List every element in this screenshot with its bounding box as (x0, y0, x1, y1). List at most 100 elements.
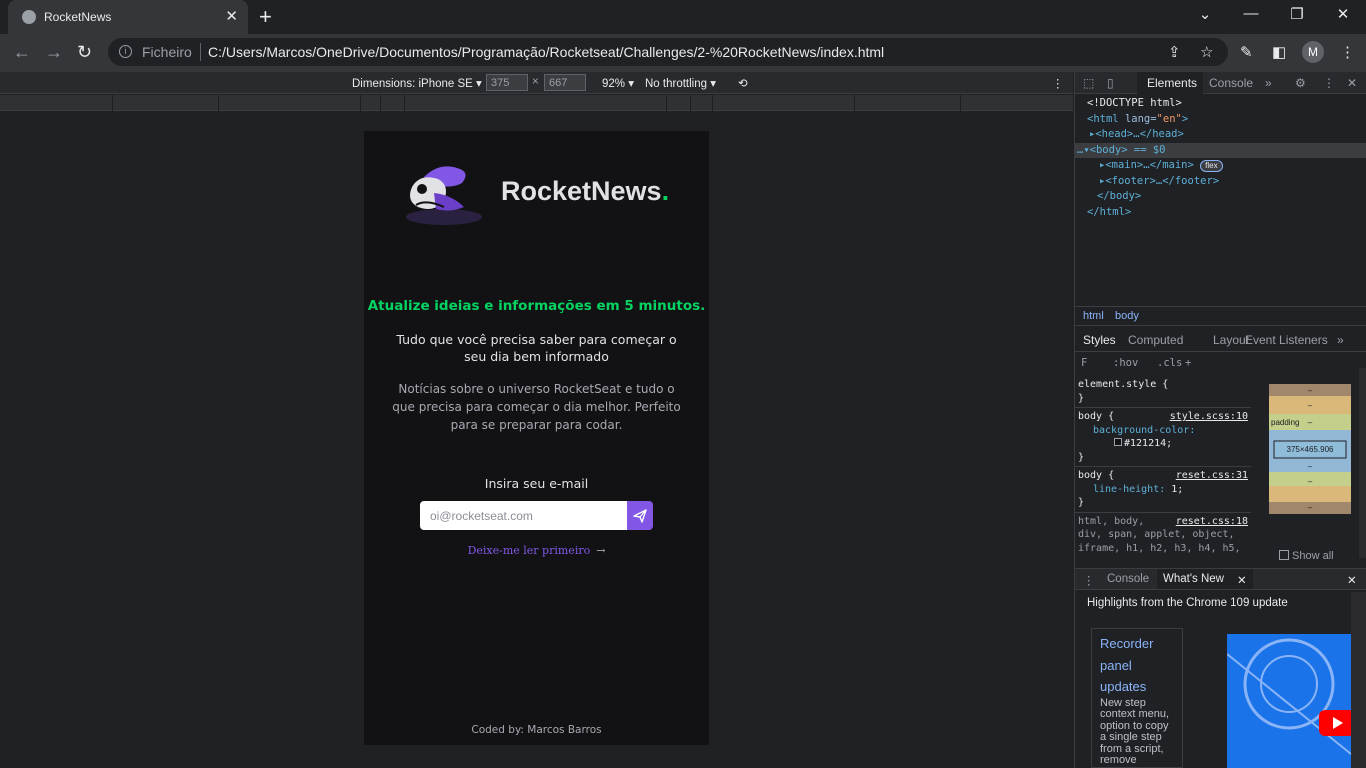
arrow-right-icon: → (596, 544, 606, 557)
footer-credit: Coded by: Marcos Barros (471, 724, 602, 736)
rule-source-link[interactable]: style.scss:10 (1170, 410, 1248, 424)
border-bottom-value: – (1308, 477, 1313, 486)
rule-body-lineheight[interactable]: reset.css:31 body { line-height: 1; } (1075, 467, 1251, 513)
video-thumbnail[interactable] (1227, 634, 1351, 768)
height-input[interactable] (544, 74, 586, 91)
settings-gear-icon[interactable]: ⚙ (1295, 76, 1306, 90)
close-window-button[interactable]: ✕ (1320, 5, 1366, 23)
new-rule-icon[interactable]: + (1185, 357, 1191, 369)
tab-event-listeners[interactable]: Event Listeners (1245, 333, 1328, 347)
box-model-diagram: 375×465.906 padding – – – – – – (1269, 384, 1351, 514)
rule-property[interactable]: background-color: (1078, 424, 1248, 438)
tab-search-icon[interactable]: ⌄ (1182, 5, 1228, 23)
zoom-value: 92% (602, 78, 626, 90)
dom-footer[interactable]: ▸<footer>…</footer> (1075, 174, 1366, 190)
emulated-page: RocketNews. Atualize ideias e informaçõe… (364, 131, 709, 745)
color-swatch[interactable] (1114, 438, 1122, 446)
drawer-tab-whats-new[interactable]: What's New (1163, 573, 1224, 585)
forward-button[interactable]: → (45, 42, 63, 63)
inspect-icon[interactable]: ⬚ (1083, 76, 1094, 90)
new-tab-button[interactable]: + (259, 4, 272, 30)
back-button[interactable]: ← (13, 42, 31, 63)
dom-main[interactable]: ▸<main>…</main> flex (1075, 158, 1366, 174)
more-subtabs-icon[interactable]: » (1337, 333, 1344, 347)
drawer-tabs: ⋮ Console What's New ✕ ✕ (1075, 568, 1366, 590)
profile-avatar[interactable]: M (1302, 41, 1324, 63)
tab-computed[interactable]: Computed (1128, 333, 1183, 347)
info-icon[interactable]: i (119, 45, 132, 58)
device-toggle-icon[interactable]: ▯ (1107, 76, 1114, 90)
styles-scrollbar[interactable] (1359, 368, 1366, 558)
rule-reset[interactable]: reset.css:18 html, body, div, span, apple… (1075, 513, 1251, 553)
reload-button[interactable]: ↻ (77, 42, 92, 63)
throttling-select[interactable]: No throttling ▾ (645, 76, 716, 90)
rule-selector: body { (1078, 470, 1115, 481)
rotate-icon[interactable]: ⟲ (738, 76, 748, 90)
crumb-body[interactable]: body (1115, 310, 1139, 322)
devtools-panel: ⬚ ▯ Elements Console » ⚙ ⋮ ✕ <!DOCTYPE h… (1074, 72, 1366, 768)
tab-elements[interactable]: Elements (1147, 76, 1197, 90)
device-more-icon[interactable]: ⋮ (1052, 76, 1064, 90)
dom-body-selected[interactable]: …▾<body> == $0 (1075, 142, 1366, 158)
flex-badge[interactable]: flex (1200, 160, 1223, 172)
width-input[interactable] (486, 74, 528, 91)
drawer-tab-console[interactable]: Console (1107, 573, 1149, 585)
bookmark-star-icon[interactable]: ☆ (1200, 43, 1213, 61)
read-first-link[interactable]: Deixe-me ler primeiro → (364, 544, 709, 557)
styles-filter-bar: F :hov .cls + (1075, 354, 1255, 374)
dom-doctype[interactable]: <!DOCTYPE html> (1075, 96, 1366, 112)
rule-value[interactable]: #121214; (1124, 438, 1172, 449)
cls-toggle[interactable]: .cls (1157, 357, 1182, 369)
url-text[interactable]: C:/Users/Marcos/OneDrive/Documentos/Prog… (208, 44, 884, 60)
browser-tab[interactable]: RocketNews ✕ (8, 0, 248, 34)
close-tab-icon[interactable]: ✕ (225, 7, 238, 25)
drawer-scrollbar[interactable] (1351, 592, 1366, 768)
read-first-label: Deixe-me ler primeiro (467, 544, 591, 557)
rule-close: } (1078, 497, 1085, 508)
devtools-menu-icon[interactable]: ⋮ (1323, 76, 1335, 90)
card-title[interactable]: Recorder panel updates (1100, 633, 1174, 698)
zoom-select[interactable]: 92% ▾ (602, 76, 634, 90)
tab-console[interactable]: Console (1209, 76, 1253, 90)
rule-source-link[interactable]: reset.css:31 (1176, 469, 1248, 483)
tab-styles[interactable]: Styles (1083, 333, 1116, 347)
devtools-tabs: ⬚ ▯ Elements Console » ⚙ ⋮ ✕ (1075, 72, 1366, 94)
rule-selector: element.style { (1078, 379, 1169, 390)
drawer-menu-icon[interactable]: ⋮ (1083, 573, 1095, 587)
border-top-value: – (1308, 401, 1313, 410)
filter-input[interactable]: F (1081, 357, 1087, 369)
close-drawer-icon[interactable]: ✕ (1347, 573, 1357, 587)
close-devtools-icon[interactable]: ✕ (1347, 76, 1357, 90)
rule-element-style[interactable]: element.style { } (1075, 376, 1251, 408)
extensions-icon[interactable]: ✎ (1240, 43, 1253, 61)
send-button[interactable] (627, 501, 653, 530)
rule-source-link[interactable]: reset.css:18 (1176, 515, 1248, 529)
dom-head[interactable]: ▸<head>…</head> (1075, 127, 1366, 143)
browser-menu-icon[interactable]: ⋮ (1340, 43, 1355, 61)
rule-declaration[interactable]: line-height: 1; (1078, 483, 1248, 497)
whats-new-card[interactable]: Recorder panel updates New step context … (1091, 628, 1183, 768)
rule-body-bg[interactable]: style.scss:10 body { background-color: #1… (1075, 408, 1251, 467)
address-bar[interactable]: i Ficheiro C:/Users/Marcos/OneDrive/Docu… (108, 38, 1228, 66)
html-tag: <html (1087, 112, 1125, 125)
show-all-toggle[interactable]: Show all (1279, 550, 1334, 562)
more-tabs-icon[interactable]: » (1265, 76, 1272, 90)
close-whats-new-icon[interactable]: ✕ (1237, 573, 1247, 587)
dom-body-close[interactable]: </body> (1075, 189, 1366, 205)
omnibox-separator (200, 43, 201, 61)
email-input[interactable] (420, 501, 627, 530)
side-panel-icon[interactable]: ◧ (1272, 43, 1286, 61)
dom-html-open[interactable]: <html lang="en"> (1075, 112, 1366, 128)
hov-toggle[interactable]: :hov (1113, 357, 1138, 369)
brand-title: RocketNews. (501, 176, 669, 207)
minimize-button[interactable]: — (1228, 5, 1274, 22)
restore-button[interactable]: ❐ (1274, 5, 1320, 23)
crumb-html[interactable]: html (1083, 310, 1104, 322)
tab-layout[interactable]: Layout (1213, 333, 1249, 347)
rule-close: } (1078, 451, 1085, 463)
media-query-bar[interactable] (0, 95, 1073, 111)
dom-html-close[interactable]: </html> (1075, 205, 1366, 221)
dimensions-select[interactable]: Dimensions: iPhone SE ▾ (352, 76, 482, 90)
share-icon[interactable]: ⇪ (1168, 43, 1181, 61)
show-all-checkbox[interactable] (1279, 550, 1289, 560)
